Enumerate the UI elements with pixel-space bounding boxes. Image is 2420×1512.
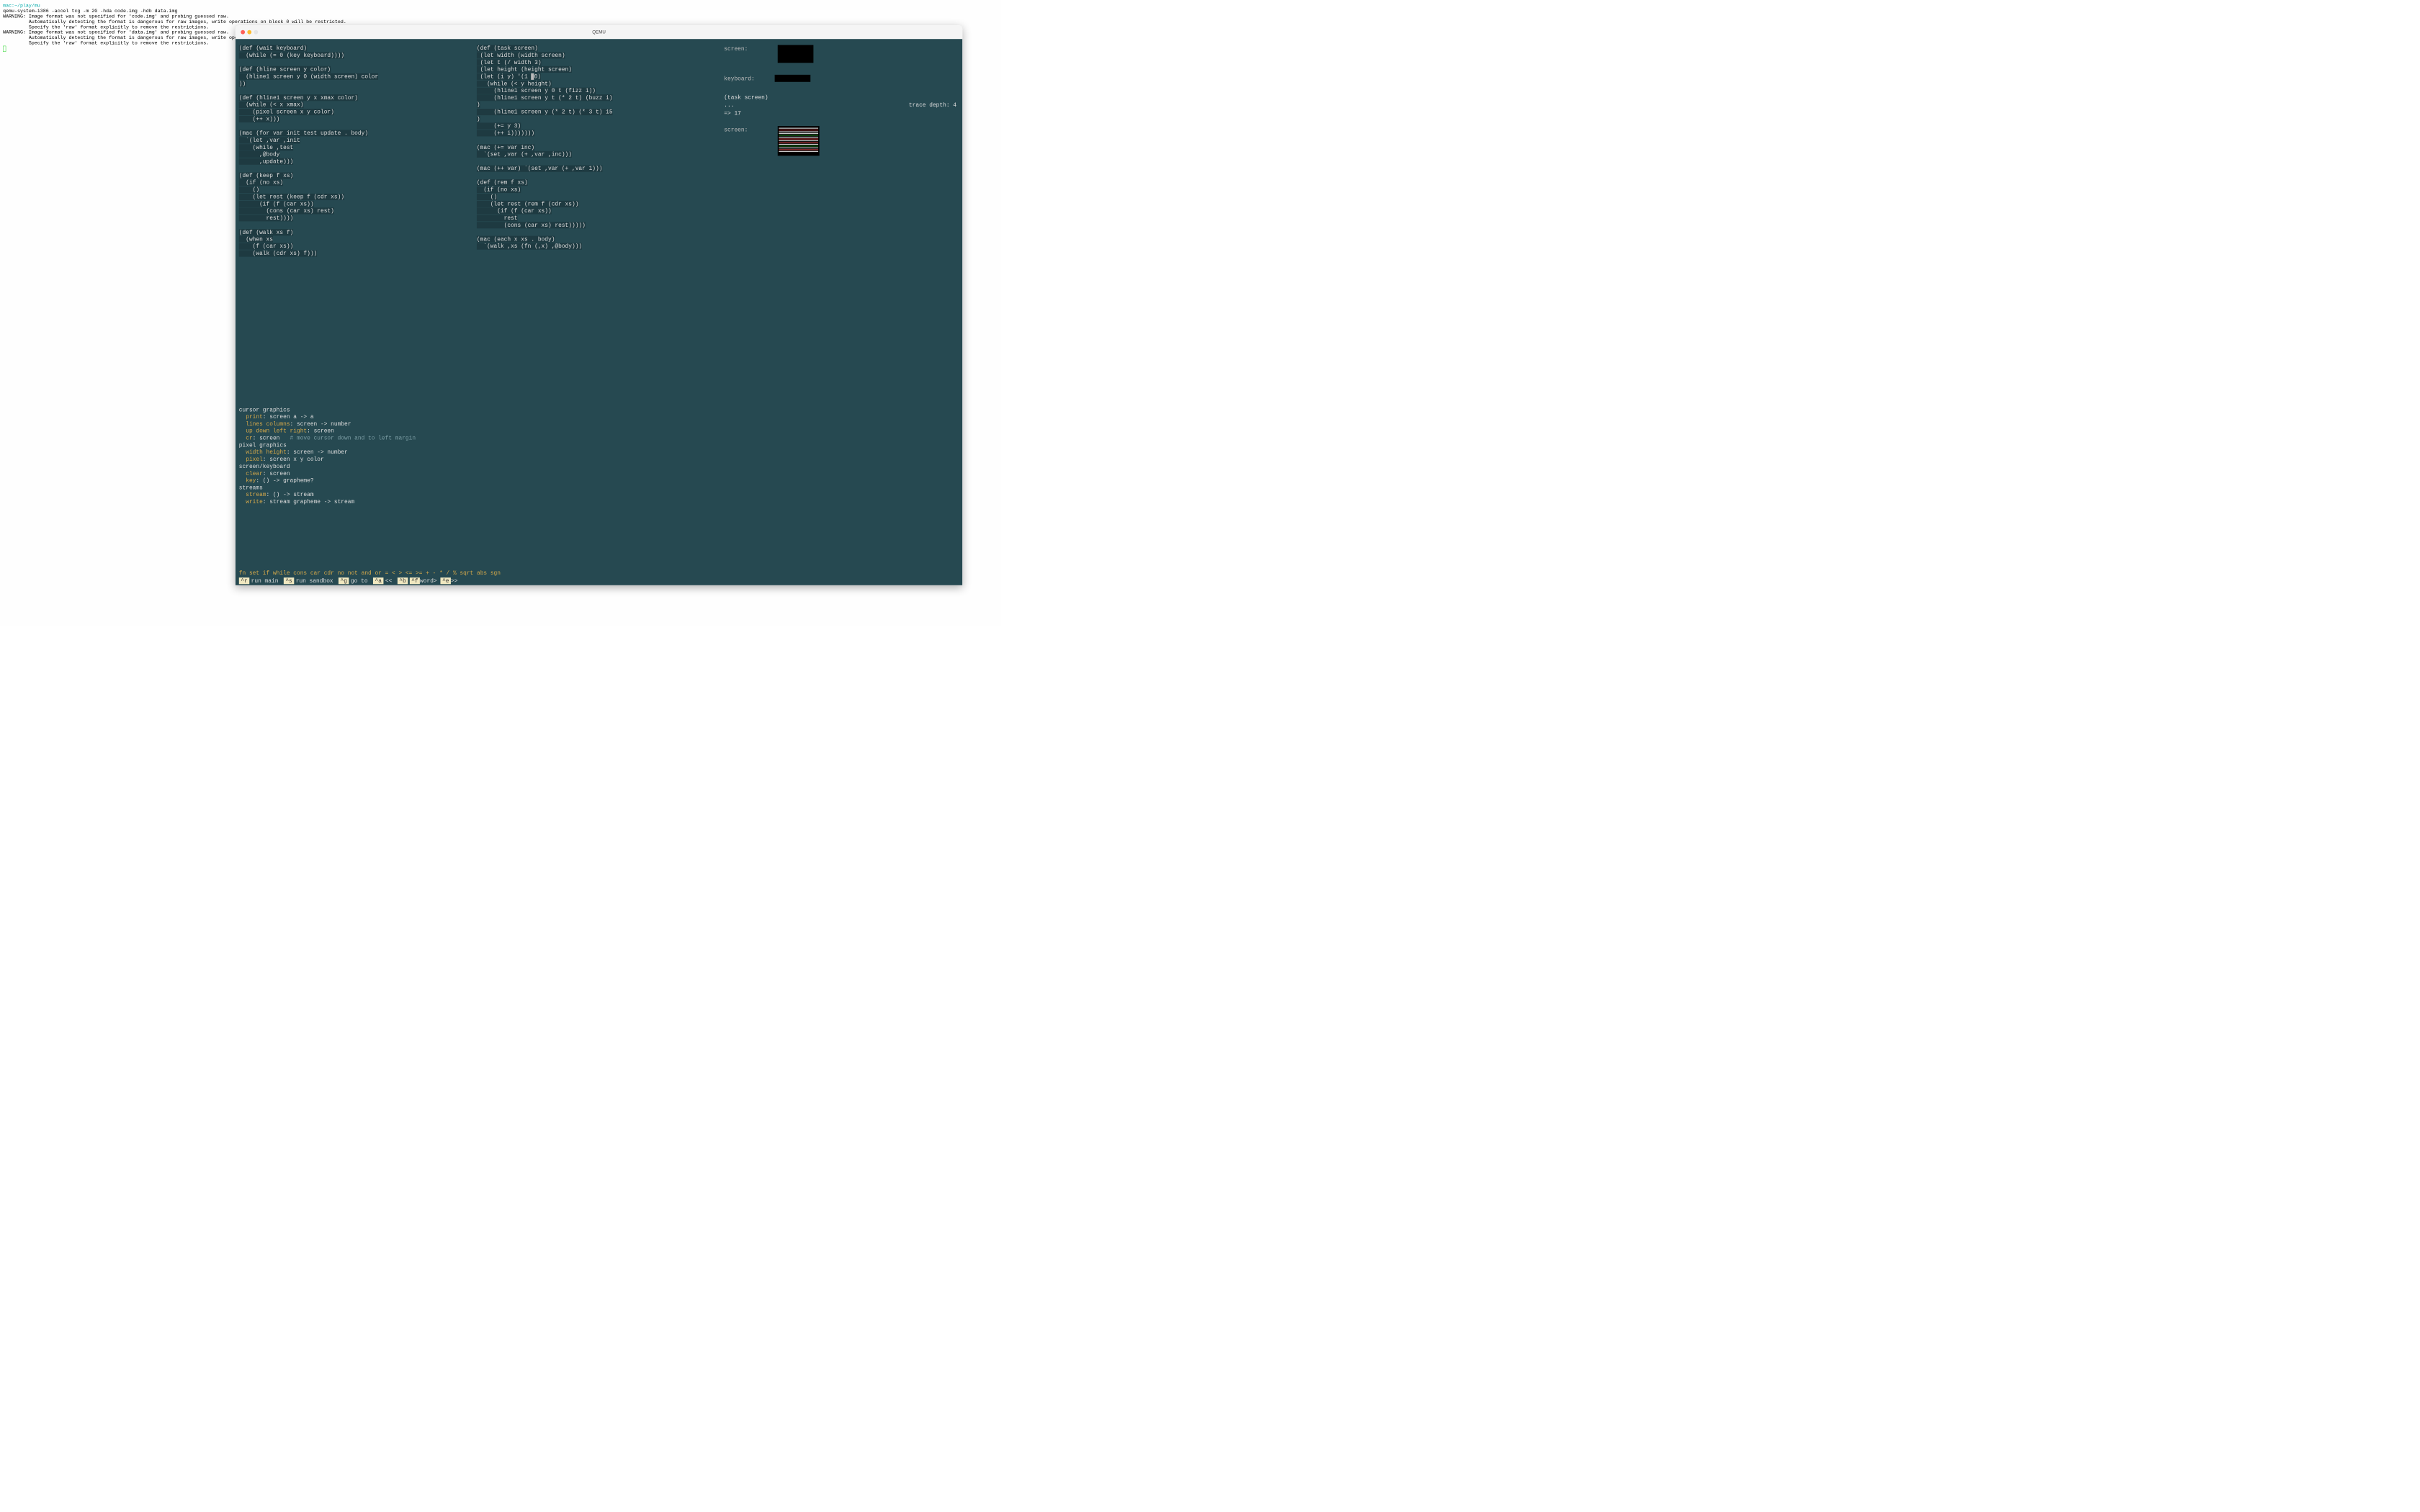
sidebar: screen: keyboard: (task screen) ... trac… — [724, 45, 956, 158]
key-g[interactable]: ^g — [339, 577, 349, 584]
key-f[interactable]: ^f — [410, 577, 420, 584]
key-desc: run main — [251, 577, 282, 584]
eval-expression: (task screen) — [724, 94, 956, 102]
key-desc: ^fword>^e>> — [410, 577, 465, 584]
terminal-prompt: mac:~/play/mu — [3, 3, 998, 8]
key-s[interactable]: ^s — [284, 577, 294, 584]
key-desc: run sandbox — [296, 577, 337, 584]
qemu-screen[interactable]: (def (wait keyboard) (while (= 0 (key ke… — [236, 39, 962, 585]
keyboard-preview — [775, 75, 811, 82]
key-b[interactable]: ^b — [398, 577, 408, 584]
code-column-1[interactable]: (def (wait keyboard) (while (= 0 (key ke… — [239, 45, 478, 257]
key-r[interactable]: ^r — [239, 577, 249, 584]
trace-depth: trace depth: 4 — [909, 102, 956, 109]
key-desc: go to — [351, 577, 372, 584]
qemu-window[interactable]: QEMU (def (wait keyboard) (while (= 0 (k… — [236, 25, 962, 585]
terminal-auto-1: Automatically detecting the format is da… — [3, 19, 998, 24]
keybar: ^rrun main^srun sandbox^ggo to^a<<^b^fwo… — [239, 577, 465, 584]
minimize-icon[interactable] — [247, 30, 251, 35]
help-reference: cursor graphics print: screen a -> a lin… — [239, 400, 416, 513]
close-icon[interactable] — [241, 30, 245, 35]
screen2-label: screen: — [724, 126, 760, 134]
terminal-command: qemu-system-i386 -accel tcg -m 2G -hda c… — [3, 9, 998, 14]
maximize-icon — [254, 30, 258, 35]
terminal-warning-1: WARNING: Image format was not specified … — [3, 14, 998, 19]
key-desc: << — [385, 577, 395, 584]
window-titlebar[interactable]: QEMU — [236, 25, 962, 39]
keyboard-label: keyboard: — [724, 75, 760, 83]
eval-result: => 17 — [724, 109, 956, 117]
screen-preview-empty — [778, 45, 814, 63]
eval-dots: ... — [724, 102, 734, 109]
screen-preview-output — [778, 126, 820, 156]
key-e[interactable]: ^e — [441, 577, 451, 584]
code-column-2[interactable]: (def (task screen) (let width (width scr… — [477, 45, 709, 250]
terminal-cursor — [3, 46, 6, 52]
key-a[interactable]: ^a — [373, 577, 383, 584]
keyword-reference: fn set if while cons car cdr no not and … — [239, 570, 501, 576]
key-desc: >> — [451, 577, 461, 584]
key-desc: word> — [420, 577, 441, 584]
window-title: QEMU — [236, 30, 962, 35]
screen-label: screen: — [724, 45, 760, 53]
